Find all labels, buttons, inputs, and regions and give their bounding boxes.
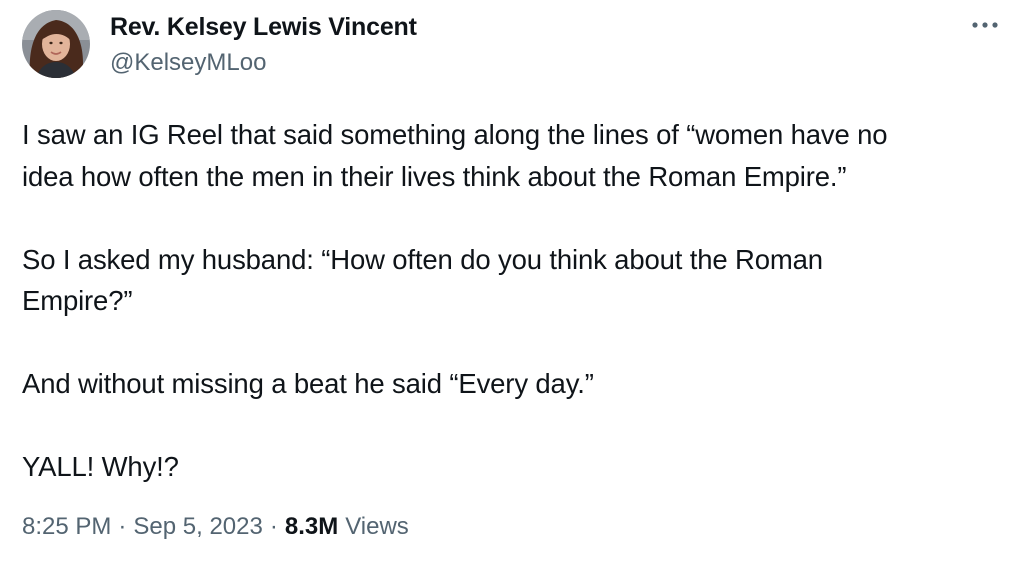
tweet-card: Rev. Kelsey Lewis Vincent @KelseyMLoo I … bbox=[0, 0, 1024, 568]
more-horizontal-icon bbox=[972, 22, 998, 28]
tweet-paragraph: YALL! Why!? bbox=[22, 451, 179, 482]
views-count[interactable]: 8.3M bbox=[285, 513, 338, 541]
tweet-time[interactable]: 8:25 PM bbox=[22, 513, 111, 541]
tweet-date[interactable]: Sep 5, 2023 bbox=[133, 513, 262, 541]
tweet-text: I saw an IG Reel that said something alo… bbox=[22, 114, 1012, 488]
views-label[interactable]: Views bbox=[345, 513, 409, 541]
tweet-paragraph: So I asked my husband: “How often do you… bbox=[22, 243, 823, 317]
tweet-paragraph: And without missing a beat he said “Ever… bbox=[22, 368, 594, 399]
author-display-name[interactable]: Rev. Kelsey Lewis Vincent bbox=[110, 13, 417, 42]
avatar[interactable] bbox=[22, 10, 90, 78]
avatar-image bbox=[22, 10, 90, 78]
tweet-paragraph: I saw an IG Reel that said something alo… bbox=[22, 119, 888, 192]
separator-dot: · bbox=[118, 513, 127, 540]
tweet-metadata: 8:25 PM · Sep 5, 2023 · 8.3M Views bbox=[22, 513, 409, 541]
author-handle[interactable]: @KelseyMLoo bbox=[110, 49, 266, 77]
separator-dot: · bbox=[269, 513, 278, 540]
more-options-button[interactable] bbox=[968, 14, 1002, 36]
